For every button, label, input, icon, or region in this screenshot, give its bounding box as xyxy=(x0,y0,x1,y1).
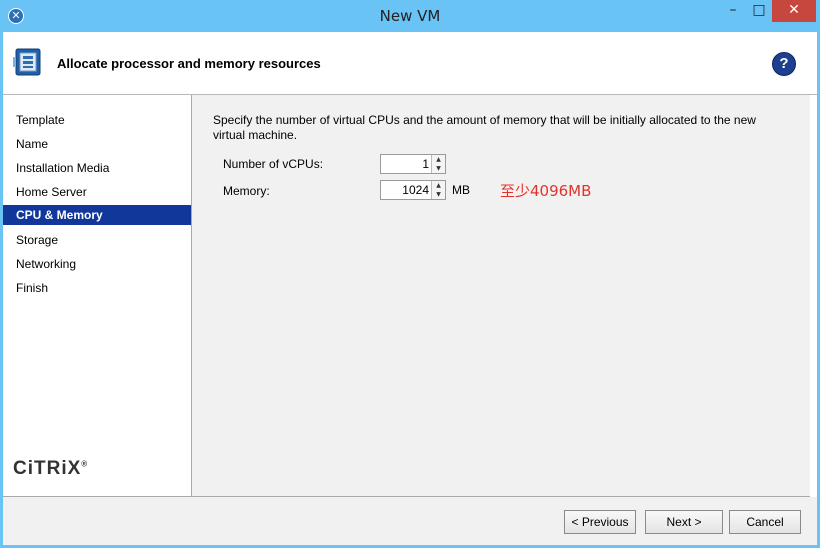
wizard-footer: < Previous Next > Cancel xyxy=(3,497,817,545)
nav-item-finish[interactable]: Finish xyxy=(3,278,191,298)
vcpus-spinner-buttons: ▲ ▼ xyxy=(431,155,445,173)
window-title: New VM xyxy=(379,7,441,25)
nav-item-installation-media[interactable]: Installation Media xyxy=(3,158,191,178)
vm-icon xyxy=(13,48,41,76)
memory-unit: MB xyxy=(452,183,470,197)
wizard-body: Allocate processor and memory resources … xyxy=(3,32,817,545)
memory-spinner-buttons: ▲ ▼ xyxy=(431,181,445,199)
close-button[interactable]: ✕ xyxy=(772,0,816,22)
help-button[interactable]: ? xyxy=(772,52,796,76)
minimize-button[interactable]: – xyxy=(720,0,746,22)
registered-mark: ® xyxy=(81,459,89,469)
nav-item-cpu-memory[interactable]: CPU & Memory xyxy=(3,205,191,225)
nav-item-template[interactable]: Template xyxy=(3,110,191,130)
vcpus-label: Number of vCPUs: xyxy=(223,157,324,171)
citrix-logo-text: CiTRiX xyxy=(13,458,82,479)
wizard-step-list: Template Name Installation Media Home Se… xyxy=(3,95,192,497)
description-text: Specify the number of virtual CPUs and t… xyxy=(213,113,756,142)
nav-item-networking[interactable]: Networking xyxy=(3,254,191,274)
vcpus-value[interactable]: 1 xyxy=(422,157,429,171)
nav-item-storage[interactable]: Storage xyxy=(3,230,191,250)
memory-label: Memory: xyxy=(223,184,270,198)
memory-spinner[interactable]: 1024 ▲ ▼ xyxy=(380,180,446,200)
cpu-memory-panel: Specify the number of virtual CPUs and t… xyxy=(192,95,810,497)
nav-item-name[interactable]: Name xyxy=(3,134,191,154)
new-vm-window: ✕ New VM – □ ✕ Allocate processor and me… xyxy=(0,0,820,548)
citrix-logo: CiTRiX® xyxy=(13,458,88,480)
next-button[interactable]: Next > xyxy=(645,510,723,534)
cancel-button[interactable]: Cancel xyxy=(729,510,801,534)
previous-button[interactable]: < Previous xyxy=(564,510,636,534)
memory-decrement-button[interactable]: ▼ xyxy=(432,190,445,199)
vcpus-spinner[interactable]: 1 ▲ ▼ xyxy=(380,154,446,174)
maximize-button[interactable]: □ xyxy=(746,0,772,22)
nav-item-home-server[interactable]: Home Server xyxy=(3,182,191,202)
memory-value[interactable]: 1024 xyxy=(402,183,429,197)
page-title: Allocate processor and memory resources xyxy=(57,56,321,71)
memory-annotation: 至少4096MB xyxy=(500,182,592,200)
vcpus-decrement-button[interactable]: ▼ xyxy=(432,164,445,173)
title-bar[interactable]: ✕ New VM – □ ✕ xyxy=(0,0,820,32)
wizard-header: Allocate processor and memory resources … xyxy=(3,32,817,95)
